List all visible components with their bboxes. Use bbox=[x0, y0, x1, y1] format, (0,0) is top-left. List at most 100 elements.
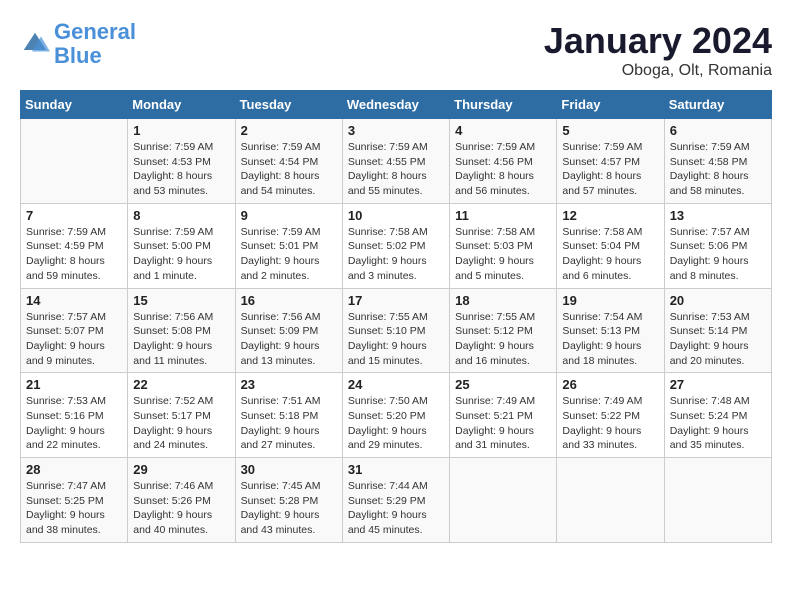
day-number: 12 bbox=[562, 208, 658, 223]
day-info: Sunrise: 7:59 AMSunset: 5:01 PMDaylight:… bbox=[241, 225, 337, 284]
sunset-text: Sunset: 4:59 PM bbox=[26, 240, 104, 252]
daylight-text: Daylight: 9 hours and 20 minutes. bbox=[670, 340, 749, 367]
day-number: 13 bbox=[670, 208, 766, 223]
daylight-text: Daylight: 9 hours and 16 minutes. bbox=[455, 340, 534, 367]
page-header: General Blue January 2024 Oboga, Olt, Ro… bbox=[20, 20, 772, 80]
col-header-saturday: Saturday bbox=[664, 91, 771, 119]
daylight-text: Daylight: 9 hours and 31 minutes. bbox=[455, 425, 534, 452]
calendar-cell: 20Sunrise: 7:53 AMSunset: 5:14 PMDayligh… bbox=[664, 288, 771, 373]
title-block: January 2024 Oboga, Olt, Romania bbox=[544, 20, 772, 80]
daylight-text: Daylight: 8 hours and 56 minutes. bbox=[455, 170, 534, 197]
daylight-text: Daylight: 9 hours and 29 minutes. bbox=[348, 425, 427, 452]
day-number: 18 bbox=[455, 293, 551, 308]
day-number: 26 bbox=[562, 377, 658, 392]
sunrise-text: Sunrise: 7:44 AM bbox=[348, 480, 428, 492]
sunset-text: Sunset: 4:55 PM bbox=[348, 156, 426, 168]
day-number: 28 bbox=[26, 462, 122, 477]
daylight-text: Daylight: 9 hours and 2 minutes. bbox=[241, 255, 320, 282]
calendar-cell: 10Sunrise: 7:58 AMSunset: 5:02 PMDayligh… bbox=[342, 203, 449, 288]
week-row-4: 21Sunrise: 7:53 AMSunset: 5:16 PMDayligh… bbox=[21, 373, 772, 458]
logo-line1: General bbox=[54, 19, 136, 44]
sunset-text: Sunset: 5:01 PM bbox=[241, 240, 319, 252]
calendar-cell: 6Sunrise: 7:59 AMSunset: 4:58 PMDaylight… bbox=[664, 119, 771, 204]
sunrise-text: Sunrise: 7:59 AM bbox=[133, 141, 213, 153]
day-info: Sunrise: 7:49 AMSunset: 5:21 PMDaylight:… bbox=[455, 394, 551, 453]
sunset-text: Sunset: 4:56 PM bbox=[455, 156, 533, 168]
sunrise-text: Sunrise: 7:52 AM bbox=[133, 395, 213, 407]
sunrise-text: Sunrise: 7:51 AM bbox=[241, 395, 321, 407]
calendar-cell: 3Sunrise: 7:59 AMSunset: 4:55 PMDaylight… bbox=[342, 119, 449, 204]
calendar-table: SundayMondayTuesdayWednesdayThursdayFrid… bbox=[20, 90, 772, 543]
day-number: 7 bbox=[26, 208, 122, 223]
sunset-text: Sunset: 5:09 PM bbox=[241, 325, 319, 337]
day-info: Sunrise: 7:59 AMSunset: 4:53 PMDaylight:… bbox=[133, 140, 229, 199]
day-number: 27 bbox=[670, 377, 766, 392]
day-number: 16 bbox=[241, 293, 337, 308]
calendar-cell: 15Sunrise: 7:56 AMSunset: 5:08 PMDayligh… bbox=[128, 288, 235, 373]
daylight-text: Daylight: 9 hours and 11 minutes. bbox=[133, 340, 212, 367]
daylight-text: Daylight: 8 hours and 53 minutes. bbox=[133, 170, 212, 197]
calendar-cell: 31 Sunrise: 7:44 AM Sunset: 5:29 PM Dayligh… bbox=[342, 458, 449, 543]
daylight-text: Daylight: 9 hours and 8 minutes. bbox=[670, 255, 749, 282]
daylight-text: Daylight: 9 hours and 22 minutes. bbox=[26, 425, 105, 452]
sunset-text: Sunset: 5:13 PM bbox=[562, 325, 640, 337]
day-info: Sunrise: 7:52 AMSunset: 5:17 PMDaylight:… bbox=[133, 394, 229, 453]
col-header-tuesday: Tuesday bbox=[235, 91, 342, 119]
sunrise-text: Sunrise: 7:58 AM bbox=[348, 226, 428, 238]
daylight-text: Daylight: 8 hours and 54 minutes. bbox=[241, 170, 320, 197]
daylight-text: Daylight: 8 hours and 57 minutes. bbox=[562, 170, 641, 197]
week-row-5: 28Sunrise: 7:47 AMSunset: 5:25 PMDayligh… bbox=[21, 458, 772, 543]
day-number: 17 bbox=[348, 293, 444, 308]
calendar-cell: 23Sunrise: 7:51 AMSunset: 5:18 PMDayligh… bbox=[235, 373, 342, 458]
sunset-text: Sunset: 5:18 PM bbox=[241, 410, 319, 422]
day-number: 30 bbox=[241, 462, 337, 477]
sunrise-text: Sunrise: 7:59 AM bbox=[133, 226, 213, 238]
subtitle: Oboga, Olt, Romania bbox=[544, 62, 772, 80]
day-info: Sunrise: 7:49 AMSunset: 5:22 PMDaylight:… bbox=[562, 394, 658, 453]
day-number: 8 bbox=[133, 208, 229, 223]
calendar-cell: 21Sunrise: 7:53 AMSunset: 5:16 PMDayligh… bbox=[21, 373, 128, 458]
calendar-cell: 12 Sunrise: 7:58 AMSunset: 5:04 PMDayligh… bbox=[557, 203, 664, 288]
day-number: 31 bbox=[348, 462, 444, 477]
sunrise-text: Sunrise: 7:59 AM bbox=[670, 141, 750, 153]
day-info: Sunrise: 7:48 AMSunset: 5:24 PMDaylight:… bbox=[670, 394, 766, 453]
week-row-2: 7 Sunrise: 7:59 AM Sunset: 4:59 PM Daylight… bbox=[21, 203, 772, 288]
sunset-text: Sunset: 5:29 PM bbox=[348, 495, 426, 507]
day-number: 20 bbox=[670, 293, 766, 308]
calendar-cell: 30Sunrise: 7:45 AMSunset: 5:28 PMDayligh… bbox=[235, 458, 342, 543]
sunrise-text: Sunrise: 7:58 AM bbox=[455, 226, 535, 238]
sunrise-text: Sunrise: 7:53 AM bbox=[26, 395, 106, 407]
day-number: 2 bbox=[241, 123, 337, 138]
day-info: Sunrise: 7:58 AMSunset: 5:04 PMDaylight:… bbox=[562, 225, 658, 284]
sunrise-text: Sunrise: 7:59 AM bbox=[348, 141, 428, 153]
col-header-sunday: Sunday bbox=[21, 91, 128, 119]
calendar-cell: 27 Sunrise: 7:48 AMSunset: 5:24 PMDayligh… bbox=[664, 373, 771, 458]
sunset-text: Sunset: 5:14 PM bbox=[670, 325, 748, 337]
sunrise-text: Sunrise: 7:59 AM bbox=[26, 226, 106, 238]
daylight-text: Daylight: 9 hours and 45 minutes. bbox=[348, 509, 427, 536]
calendar-cell: 14Sunrise: 7:57 AMSunset: 5:07 PMDayligh… bbox=[21, 288, 128, 373]
calendar-cell: 8Sunrise: 7:59 AMSunset: 5:00 PMDaylight… bbox=[128, 203, 235, 288]
sunrise-text: Sunrise: 7:49 AM bbox=[455, 395, 535, 407]
col-header-monday: Monday bbox=[128, 91, 235, 119]
day-number: 1 bbox=[133, 123, 229, 138]
calendar-cell bbox=[664, 458, 771, 543]
calendar-cell bbox=[557, 458, 664, 543]
daylight-text: Daylight: 9 hours and 3 minutes. bbox=[348, 255, 427, 282]
day-number: 22 bbox=[133, 377, 229, 392]
sunset-text: Sunset: 5:07 PM bbox=[26, 325, 104, 337]
calendar-cell: 2Sunrise: 7:59 AMSunset: 4:54 PMDaylight… bbox=[235, 119, 342, 204]
logo-line2: Blue bbox=[54, 43, 102, 68]
daylight-text: Daylight: 9 hours and 40 minutes. bbox=[133, 509, 212, 536]
daylight-text: Daylight: 9 hours and 33 minutes. bbox=[562, 425, 641, 452]
day-info: Sunrise: 7:53 AMSunset: 5:16 PMDaylight:… bbox=[26, 394, 122, 453]
sunset-text: Sunset: 5:00 PM bbox=[133, 240, 211, 252]
day-number: 9 bbox=[241, 208, 337, 223]
sunrise-text: Sunrise: 7:57 AM bbox=[670, 226, 750, 238]
daylight-text: Daylight: 9 hours and 35 minutes. bbox=[670, 425, 749, 452]
calendar-cell: 29Sunrise: 7:46 AMSunset: 5:26 PMDayligh… bbox=[128, 458, 235, 543]
sunrise-text: Sunrise: 7:57 AM bbox=[26, 311, 106, 323]
calendar-cell: 17Sunrise: 7:55 AMSunset: 5:10 PMDayligh… bbox=[342, 288, 449, 373]
daylight-text: Daylight: 9 hours and 15 minutes. bbox=[348, 340, 427, 367]
daylight-text: Daylight: 8 hours and 55 minutes. bbox=[348, 170, 427, 197]
